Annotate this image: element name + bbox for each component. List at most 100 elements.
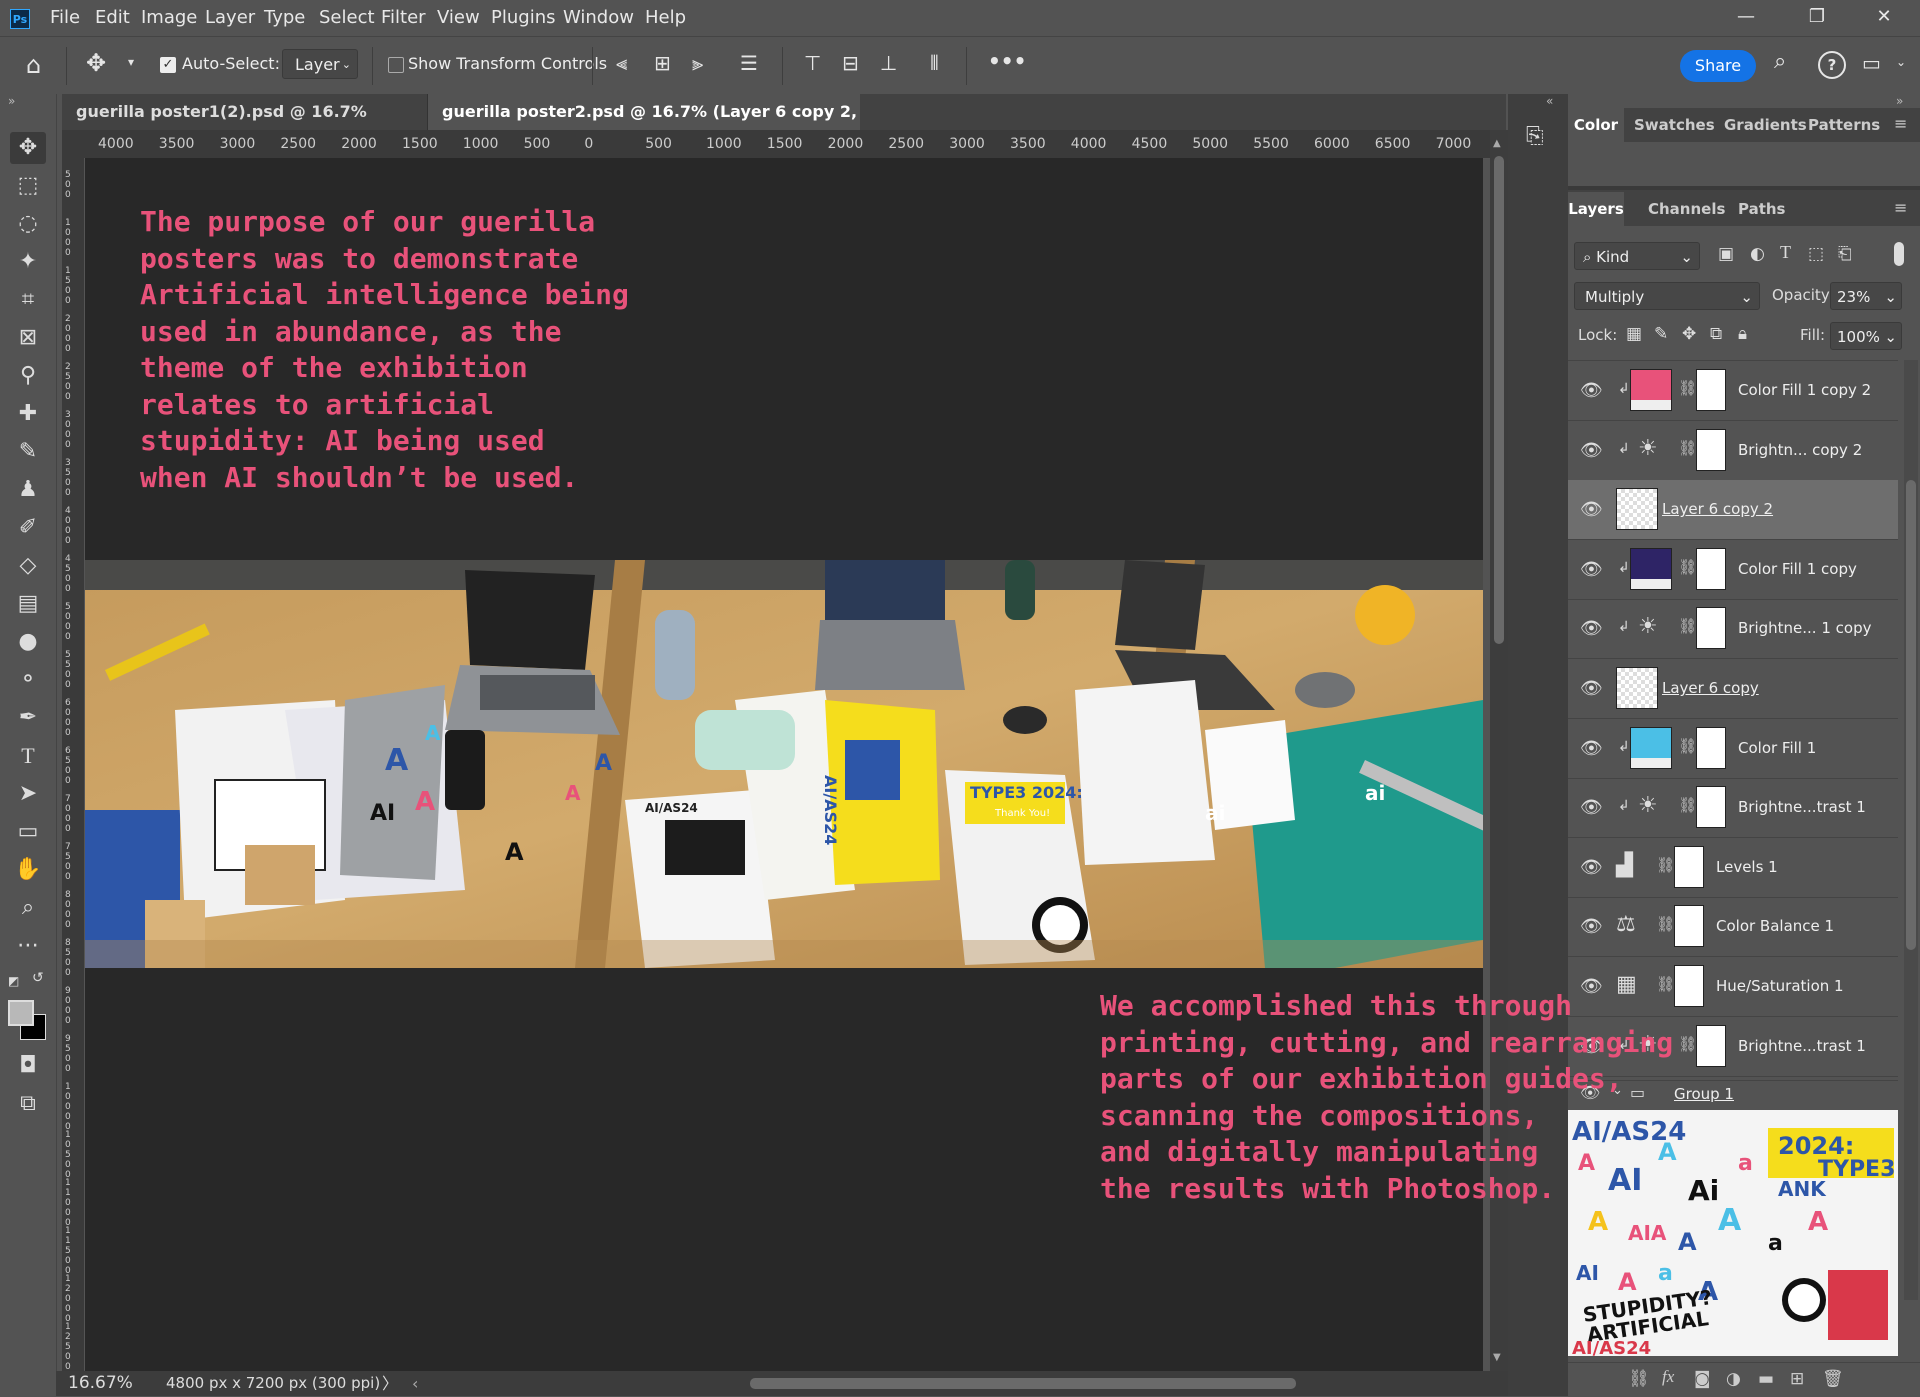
lock-artboard-icon[interactable]: ⧉ (1710, 324, 1722, 344)
layer-mask-thumbnail[interactable] (1674, 905, 1704, 948)
menu-image[interactable]: Image (141, 0, 197, 36)
menu-plugins[interactable]: Plugins (491, 0, 555, 36)
hand-tool-icon[interactable]: ✋ (10, 854, 46, 886)
layer-thumbnail[interactable] (1630, 726, 1672, 769)
align-center-icon[interactable]: ⊞ (654, 51, 671, 75)
menu-layer[interactable]: Layer (205, 0, 255, 36)
clone-stamp-icon[interactable]: ♟ (10, 474, 46, 506)
layer-mask-thumbnail[interactable] (1696, 786, 1726, 829)
link-icon[interactable]: ⛓ (1678, 558, 1697, 576)
zoom-level[interactable]: 16.67% (68, 1371, 133, 1396)
lock-all-icon[interactable]: 🔒︎ (1738, 324, 1747, 344)
eye-icon[interactable]: 👁︎ (1580, 559, 1603, 581)
layer-row[interactable]: 👁︎ ▟ ⛓ Levels 1 (1568, 838, 1898, 898)
layer-mask-thumbnail[interactable] (1696, 726, 1726, 769)
delete-layer-icon[interactable]: 🗑︎ (1822, 1369, 1844, 1389)
scrollbar-thumb[interactable] (1906, 480, 1916, 950)
eye-icon[interactable]: 👁︎ (1580, 797, 1603, 819)
link-layers-icon[interactable]: ⛓ (1628, 1369, 1650, 1389)
layer-row[interactable]: 👁︎ ↲ ☀ ⛓ Brightne...trast 1 (1568, 778, 1898, 839)
tab-swatches[interactable]: Swatches (1634, 108, 1715, 142)
tab-paths[interactable]: Paths (1738, 192, 1786, 226)
tab-patterns[interactable]: Patterns (1808, 108, 1880, 142)
add-mask-icon[interactable]: ◙ (1694, 1369, 1711, 1389)
eye-icon[interactable]: 👁︎ (1580, 380, 1603, 402)
link-icon[interactable]: ⛓ (1656, 915, 1675, 933)
menu-edit[interactable]: Edit (95, 0, 130, 36)
crop-tool-icon[interactable]: ⌗ (10, 284, 46, 316)
tab-color[interactable]: Color (1568, 108, 1624, 142)
tab-poster1[interactable]: guerilla poster1(2).psd @ 16.7% (CMYK/8)… (62, 94, 428, 157)
share-button[interactable]: Share (1680, 50, 1756, 82)
lock-transparent-icon[interactable]: ▦ (1626, 324, 1642, 344)
close-button[interactable]: ✕ (1864, 0, 1904, 34)
layer-row[interactable]: 👁︎ ↲ ☀ ⛓ Brightn... copy 2 (1568, 421, 1898, 481)
chevron-down-icon[interactable]: ▾ (128, 55, 134, 69)
link-icon[interactable]: ⛓ (1678, 796, 1697, 814)
adjustment-icon[interactable]: ▟ (1616, 853, 1633, 878)
minimize-button[interactable]: — (1726, 0, 1766, 34)
adjustment-layer-icon[interactable]: ◑ (1726, 1369, 1741, 1389)
restore-button[interactable]: ❐ (1797, 0, 1837, 34)
panel-menu-icon[interactable]: ≡ (1894, 114, 1907, 133)
menu-window[interactable]: Window (563, 0, 634, 36)
tab-poster2[interactable]: guerilla poster2.psd @ 16.7% (Layer 6 co… (428, 94, 860, 157)
gradient-tool-icon[interactable]: ▤ (10, 588, 46, 620)
align-bottom-icon[interactable]: ⊥ (880, 51, 897, 75)
menu-view[interactable]: View (437, 0, 480, 36)
layer-row[interactable]: 👁︎ ↲ ☀ ⛓ Brightne... 1 copy (1568, 599, 1898, 660)
pen-tool-icon[interactable]: ✒ (10, 702, 46, 734)
link-icon[interactable]: ⛓ (1678, 617, 1697, 635)
eye-icon[interactable]: 👁︎ (1580, 738, 1603, 760)
tab-layers[interactable]: Layers (1568, 192, 1624, 226)
more-options-icon[interactable]: ••• (988, 49, 1026, 73)
eraser-icon[interactable]: ◇ (10, 550, 46, 582)
magic-wand-icon[interactable]: ✦ (10, 246, 46, 278)
rectangle-tool-icon[interactable]: ▭ (10, 816, 46, 848)
collapse-icon[interactable]: » (1896, 94, 1903, 108)
filter-smart-object-icon[interactable]: ⎗ (1838, 244, 1852, 264)
default-colors-icon[interactable]: ◩ (8, 974, 19, 988)
history-brush-icon[interactable]: ✐ (10, 512, 46, 544)
layer-thumbnail[interactable] (1616, 667, 1658, 709)
scroll-up-icon[interactable]: ▲ (1493, 138, 1501, 149)
frame-tool-icon[interactable]: ⊠ (10, 322, 46, 354)
eye-icon[interactable]: 👁︎ (1580, 499, 1603, 521)
layer-row[interactable]: 👁︎ ↲ ⛓ Color Fill 1 (1568, 719, 1898, 779)
zoom-tool-icon[interactable]: ⌕ (10, 892, 46, 924)
layer-filter-dropdown[interactable]: ⌕ Kind ⌄ (1574, 242, 1700, 270)
lock-pixels-icon[interactable]: ✎ (1654, 324, 1668, 344)
type-tool-icon[interactable]: T (10, 740, 46, 772)
chevron-down-icon[interactable]: ⌄ (1896, 55, 1906, 69)
more-tools-icon[interactable]: ⋯ (10, 930, 46, 962)
layer-row[interactable]: 👁︎ Layer 6 copy (1568, 659, 1898, 719)
new-layer-icon[interactable]: ⊞ (1790, 1369, 1804, 1389)
workspace-icon[interactable]: ▭ (1862, 51, 1881, 75)
eye-icon[interactable]: 👁︎ (1580, 857, 1603, 879)
brightness-icon[interactable]: ☀ (1638, 614, 1658, 639)
filter-adjustment-icon[interactable]: ◐ (1750, 244, 1765, 264)
search-icon[interactable]: ⌕ (1774, 49, 1786, 74)
document-canvas[interactable]: The purpose of our guerilla posters was … (85, 158, 1673, 1371)
opacity-input[interactable]: 23% ⌄ (1830, 282, 1902, 310)
filter-toggle[interactable] (1894, 242, 1904, 266)
path-selection-icon[interactable]: ➤ (10, 778, 46, 810)
marquee-tool-icon[interactable]: ⬚ (10, 170, 46, 202)
layer-thumbnail[interactable] (1630, 547, 1672, 590)
brightness-icon[interactable]: ☀ (1638, 436, 1658, 461)
fill-input[interactable]: 100% ⌄ (1830, 322, 1902, 350)
lock-position-icon[interactable]: ✥ (1682, 324, 1696, 344)
layer-mask-thumbnail[interactable] (1674, 845, 1704, 888)
layer-mask-thumbnail[interactable] (1696, 1024, 1726, 1067)
layer-mask-thumbnail[interactable] (1696, 428, 1726, 471)
layer-thumbnail[interactable] (1630, 369, 1672, 411)
move-tool-icon[interactable]: ✥ (86, 49, 106, 77)
eye-icon[interactable]: 👁︎ (1580, 916, 1603, 938)
menu-help[interactable]: Help (645, 0, 686, 36)
blend-mode-dropdown[interactable]: Multiply ⌄ (1574, 282, 1760, 310)
auto-select-checkbox[interactable]: ✓ (160, 57, 176, 73)
layer-mask-thumbnail[interactable] (1696, 547, 1726, 590)
scroll-left-icon[interactable]: ‹ (412, 1371, 418, 1396)
lasso-tool-icon[interactable]: ◌ (10, 208, 46, 240)
status-menu-arrow[interactable]: 〉 (382, 1371, 398, 1396)
